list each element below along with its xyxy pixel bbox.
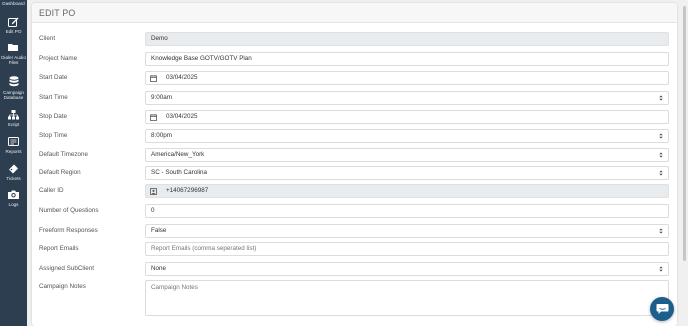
select-caret-icon (659, 133, 663, 139)
edit-po-panel: EDIT PO Client Demo Project Name Knowled… (32, 3, 677, 326)
default-timezone-select[interactable]: America/New_York (145, 148, 669, 162)
freeform-responses-select[interactable]: False (145, 224, 669, 238)
stop-time-label: Stop Time (39, 132, 68, 139)
contact-card-icon (146, 185, 161, 197)
assigned-subclient-row: Assigned SubClient None (32, 262, 677, 276)
project-name-row: Project Name Knowledge Base GOTV/GOTV Pl… (32, 52, 677, 66)
sidebar-item-tickets[interactable]: Tickets (0, 164, 27, 181)
calendar-icon (146, 111, 161, 123)
freeform-responses-value: False (151, 227, 167, 234)
select-caret-icon (659, 228, 663, 234)
stop-time-select[interactable]: 8:00pm (145, 129, 669, 143)
stop-time-row: Stop Time 8:00pm (32, 129, 677, 143)
freeform-responses-row: Freeform Responses False (32, 224, 677, 238)
sidebar-item-script[interactable]: Script (0, 110, 27, 127)
select-caret-icon (659, 95, 663, 101)
default-region-label: Default Region (39, 169, 81, 176)
select-caret-icon (659, 152, 663, 158)
default-timezone-label: Default Timezone (39, 151, 89, 158)
project-name-label: Project Name (39, 55, 78, 62)
assigned-subclient-label: Assigned SubClient (39, 265, 94, 272)
sidebar-item-label: Campaign Database (3, 90, 24, 101)
sidebar-item-campaign-database[interactable]: Campaign Database (0, 76, 27, 100)
campaign-notes-row: Campaign Notes Campaign Notes (32, 280, 677, 316)
scrollbar-thumb[interactable] (683, 6, 686, 261)
default-region-value: SC - South Carolina (151, 169, 207, 176)
start-date-input[interactable]: 03/04/2025 (145, 71, 669, 85)
sidebar-item-label: Edit PO (5, 29, 22, 34)
project-name-input[interactable]: Knowledge Base GOTV/GOTV Plan (145, 52, 669, 66)
report-emails-input[interactable]: Report Emails (comma seperated list) (145, 242, 669, 256)
stop-date-value: 03/04/2025 (166, 113, 198, 120)
stop-date-row: Stop Date 03/04/2025 (32, 110, 677, 124)
start-time-select[interactable]: 9:00am (145, 91, 669, 105)
sidebar-item-reports[interactable]: Reports (0, 137, 27, 154)
report-emails-row: Report Emails Report Emails (comma seper… (32, 242, 677, 256)
start-time-label: Start Time (39, 94, 68, 101)
start-date-row: Start Date 03/04/2025 (32, 71, 677, 85)
assigned-subclient-value: None (151, 265, 167, 272)
sidebar-item-edit-po[interactable]: Edit PO (0, 17, 27, 34)
select-caret-icon (659, 266, 663, 272)
client-field: Demo (145, 32, 669, 46)
caller-id-value: +14067296987 (166, 187, 209, 194)
default-region-select[interactable]: SC - South Carolina (145, 166, 669, 180)
number-of-questions-row: Number of Questions 0 (32, 204, 677, 218)
sidebar-item-label: Logs (8, 202, 19, 207)
sidebar-item-logs[interactable]: Logs (0, 190, 27, 207)
start-date-label: Start Date (39, 74, 68, 81)
start-time-value: 9:00am (151, 94, 173, 101)
number-of-questions-input[interactable]: 0 (145, 204, 669, 218)
sitemap-icon (8, 110, 19, 120)
panel-header: EDIT PO (32, 3, 677, 23)
default-region-row: Default Region SC - South Carolina (32, 166, 677, 180)
page-title: EDIT PO (39, 8, 76, 18)
select-caret-icon (659, 170, 663, 176)
number-of-questions-label: Number of Questions (39, 207, 99, 214)
stop-date-input[interactable]: 03/04/2025 (145, 110, 669, 124)
sidebar-item-label: Tickets (6, 176, 21, 181)
database-icon (9, 76, 18, 87)
sidebar-item-label: Dashboard (2, 1, 25, 6)
campaign-notes-textarea[interactable]: Campaign Notes (145, 280, 669, 316)
default-timezone-value: America/New_York (151, 151, 205, 158)
stop-date-label: Stop Date (39, 113, 68, 120)
chat-bubble-icon (656, 304, 668, 314)
calendar-icon (146, 72, 161, 84)
caller-id-row: Caller ID +14067296987 (32, 184, 677, 198)
start-time-row: Start Time 9:00am (32, 91, 677, 105)
report-emails-label: Report Emails (39, 245, 79, 252)
freeform-responses-label: Freeform Responses (39, 227, 98, 234)
caller-id-field: +14067296987 (145, 184, 669, 198)
client-label: Client (39, 35, 56, 42)
sidebar-item-dashboard[interactable]: Dashboard (0, 0, 27, 8)
ticket-icon (9, 164, 18, 174)
reports-icon (8, 137, 19, 146)
sidebar-item-label: Dialer Audio Files (1, 55, 26, 66)
assigned-subclient-select[interactable]: None (145, 262, 669, 276)
sidebar-item-label: Script (7, 122, 20, 127)
start-date-value: 03/04/2025 (166, 74, 198, 81)
client-row: Client Demo (32, 32, 677, 46)
sidebar-item-label: Reports (5, 149, 22, 154)
default-timezone-row: Default Timezone America/New_York (32, 148, 677, 162)
sidebar: Dashboard Edit PO Dialer Audio Files Cam… (0, 0, 27, 326)
campaign-notes-label: Campaign Notes (39, 283, 86, 290)
stop-time-value: 8:00pm (151, 132, 173, 139)
edit-icon (8, 17, 19, 27)
folder-icon (8, 44, 18, 51)
chat-button[interactable] (650, 297, 674, 321)
camera-icon (8, 190, 19, 199)
caller-id-label: Caller ID (39, 187, 64, 194)
sidebar-item-dialer-audio-files[interactable]: Dialer Audio Files (0, 43, 27, 65)
